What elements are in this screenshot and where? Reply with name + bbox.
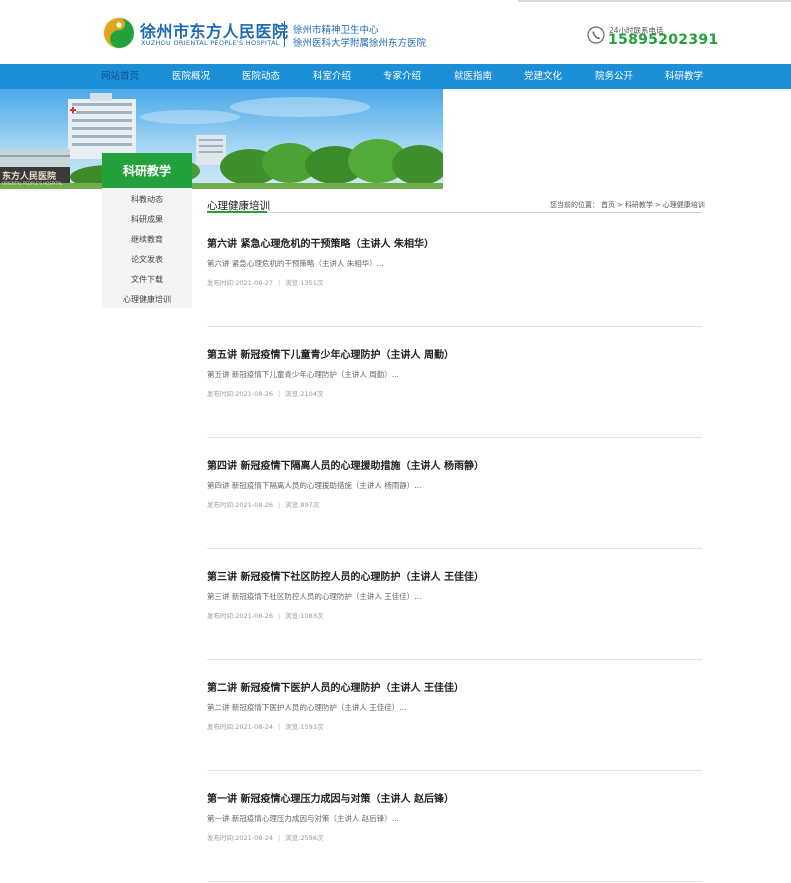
article-views: 浏览:1351次	[285, 279, 324, 287]
hero-banner: 东方人民医院 ORIENTAL PEOPLE'S HOSPITAL	[0, 89, 443, 189]
breadcrumb-home[interactable]: 首页	[601, 201, 615, 209]
article-title[interactable]: 第二讲 新冠疫情下医护人员的心理防护（主讲人 王佳佳）	[207, 679, 464, 694]
article-date: 发布时间:2021-08-26	[207, 501, 273, 509]
article-summary: 第二讲 新冠疫情下医护人员的心理防护（主讲人 王佳佳）...	[207, 703, 407, 712]
article-date: 发布时间:2021-08-26	[207, 390, 273, 398]
article-summary: 第四讲 新冠疫情下隔离人员的心理援助措施（主讲人 杨雨静）...	[207, 481, 422, 490]
article-title[interactable]: 第一讲 新冠疫情心理压力成因与对策（主讲人 赵后锋）	[207, 790, 454, 805]
article-meta: 发布时间:2021-08-24 | 浏览:2598次	[207, 834, 324, 842]
article-meta: 发布时间:2021-08-26 | 浏览:897次	[207, 501, 320, 509]
top-gray-strip	[518, 0, 791, 2]
sidebar-item-research-results[interactable]: 科研成果	[102, 214, 192, 225]
article-views: 浏览:1593次	[285, 723, 324, 731]
article-meta: 发布时间:2021-08-24 | 浏览:1593次	[207, 723, 324, 731]
article-meta: 发布时间:2021-08-27 | 浏览:1351次	[207, 279, 324, 287]
article-title[interactable]: 第四讲 新冠疫情下隔离人员的心理援助措施（主讲人 杨雨静）	[207, 457, 484, 472]
article-date: 发布时间:2021-08-27	[207, 279, 273, 287]
breadcrumb-sep: >	[654, 201, 661, 209]
nav-item-experts[interactable]: 专家介绍	[383, 64, 421, 89]
article-divider	[207, 437, 702, 438]
article-date: 发布时间:2021-08-24	[207, 723, 273, 731]
sidebar-item-mental-health-training[interactable]: 心理健康培训	[102, 294, 192, 305]
hospital-subtitle-2: 徐州医科大学附属徐州东方医院	[293, 38, 427, 49]
site-header: 徐州市东方人民医院 XUZHOU ORIENTAL PEOPLE'S HOSPI…	[0, 0, 791, 64]
article-views: 浏览:1083次	[285, 612, 324, 620]
article-summary: 第三讲 新冠疫情下社区防控人员的心理防护（主讲人 王佳佳）...	[207, 592, 422, 601]
section-title-underline	[207, 211, 267, 213]
nav-item-affairs[interactable]: 院务公开	[595, 64, 633, 89]
nav-item-research[interactable]: 科研教学	[665, 64, 703, 89]
article-date: 发布时间:2021-08-24	[207, 834, 273, 842]
breadcrumb-prefix: 您当前的位置：	[550, 201, 599, 209]
article-summary: 第六讲 紧急心理危机的干预策略（主讲人 朱相华）...	[207, 259, 384, 268]
phone-icon	[587, 26, 605, 44]
article-title[interactable]: 第六讲 紧急心理危机的干预策略（主讲人 朱相华）	[207, 235, 434, 250]
breadcrumb: 您当前的位置： 首页 > 科研教学 > 心理健康培训	[550, 200, 707, 210]
hospital-name-en: XUZHOU ORIENTAL PEOPLE'S HOSPITAL	[141, 39, 280, 47]
main-nav: 网站首页 医院概况 医院动态 科室介绍 专家介绍 就医指南 党建文化 院务公开 …	[0, 64, 791, 89]
article-meta: 发布时间:2021-08-26 | 浏览:1083次	[207, 612, 324, 620]
sidebar-item-continuing-education[interactable]: 继续教育	[102, 234, 192, 245]
sidebar-item-downloads[interactable]: 文件下载	[102, 274, 192, 285]
article-divider	[207, 770, 702, 771]
sidebar-item-papers[interactable]: 论文发表	[102, 254, 192, 265]
article-divider	[207, 659, 702, 660]
nav-item-departments[interactable]: 科室介绍	[313, 64, 351, 89]
nav-item-about[interactable]: 医院概况	[172, 64, 210, 89]
nav-item-guide[interactable]: 就医指南	[454, 64, 492, 89]
article-meta: 发布时间:2021-08-26 | 浏览:2104次	[207, 390, 324, 398]
article-divider	[207, 548, 702, 549]
article-summary: 第五讲 新冠疫情下儿童青少年心理防护（主讲人 周勤）...	[207, 370, 399, 379]
nav-item-party[interactable]: 党建文化	[524, 64, 562, 89]
article-views: 浏览:2598次	[285, 834, 324, 842]
article-views: 浏览:2104次	[285, 390, 324, 398]
article-divider	[207, 326, 702, 327]
breadcrumb-research[interactable]: 科研教学	[625, 201, 653, 209]
sidebar-title: 科研教学	[102, 153, 192, 188]
article-summary: 第一讲 新冠疫情心理压力成因与对策（主讲人 赵后锋）...	[207, 814, 399, 823]
header-separator	[284, 21, 285, 47]
article-date: 发布时间:2021-08-26	[207, 612, 273, 620]
article-title[interactable]: 第五讲 新冠疫情下儿童青少年心理防护（主讲人 周勤）	[207, 346, 454, 361]
sidebar-item-research-news[interactable]: 科教动态	[102, 194, 192, 205]
banner-sign-subtext: ORIENTAL PEOPLE'S HOSPITAL	[2, 181, 63, 186]
hotline-number[interactable]: 15895202391	[608, 32, 718, 48]
article-views: 浏览:897次	[285, 501, 320, 509]
nav-item-home[interactable]: 网站首页	[101, 64, 139, 89]
breadcrumb-current[interactable]: 心理健康培训	[663, 201, 705, 209]
hospital-subtitle-1: 徐州市精神卫生中心	[293, 25, 379, 36]
nav-item-news[interactable]: 医院动态	[242, 64, 280, 89]
hospital-logo-icon[interactable]	[102, 16, 136, 50]
article-title[interactable]: 第三讲 新冠疫情下社区防控人员的心理防护（主讲人 王佳佳）	[207, 568, 484, 583]
section-divider	[207, 212, 702, 213]
breadcrumb-sep: >	[617, 201, 623, 209]
hospital-banner-image	[0, 93, 443, 189]
article-divider	[207, 881, 702, 882]
